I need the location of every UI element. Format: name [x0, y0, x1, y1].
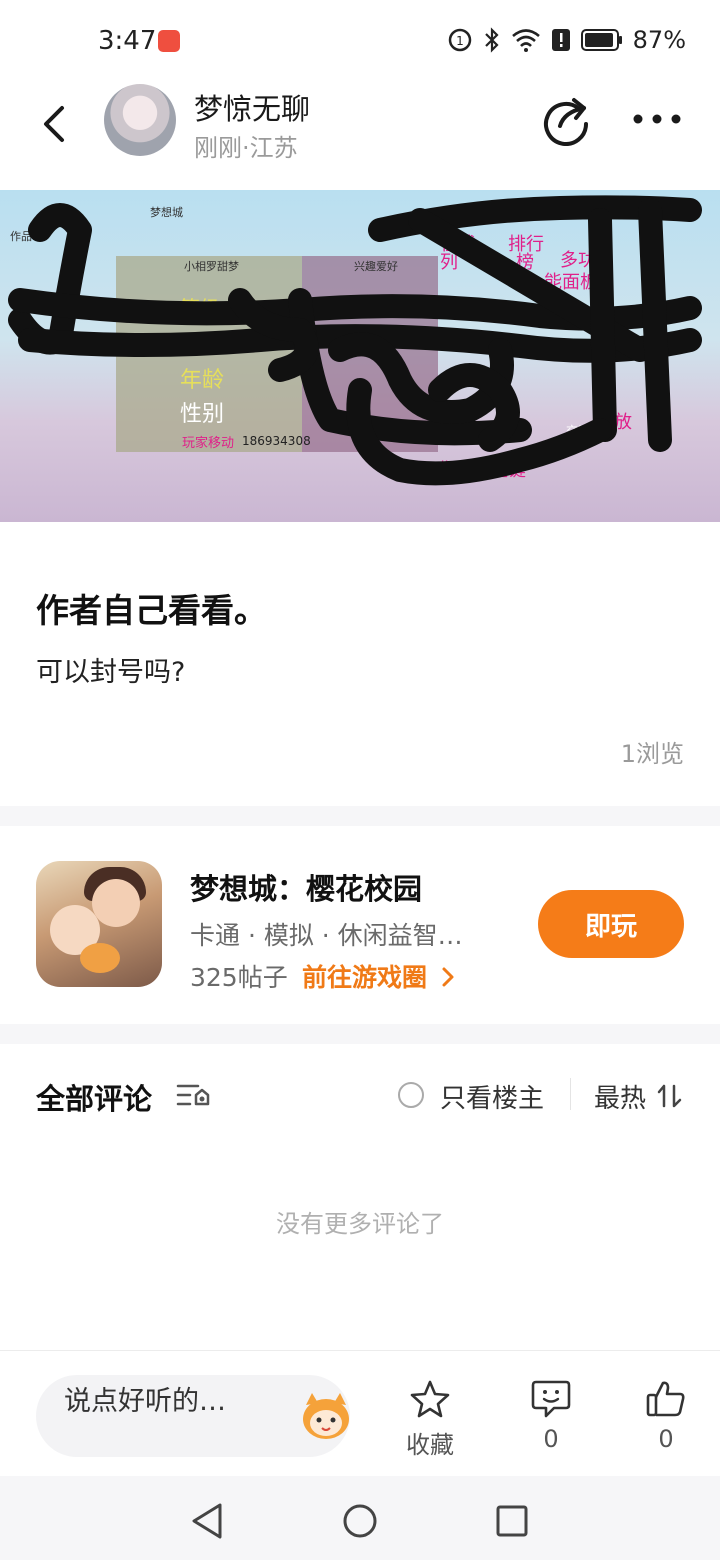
post-body: 可以封号吗?: [36, 657, 186, 688]
comments-section: 全部评论 只看楼主 最热 没有更多评论了: [0, 1044, 720, 1350]
bottom-action-bar: 说点好听的… 收藏 0 0: [0, 1350, 720, 1476]
battery-percent: 87%: [632, 26, 686, 54]
game-title[interactable]: 梦想城：樱花校园: [190, 866, 422, 908]
owner-only-radio[interactable]: [398, 1082, 424, 1108]
thumbs-up-icon: [646, 1381, 685, 1417]
nav-home-icon[interactable]: [342, 1503, 378, 1539]
game-circle-link[interactable]: 前往游戏圈: [302, 958, 456, 994]
comment-input-placeholder: 说点好听的…: [64, 1386, 226, 1417]
game-card[interactable]: 梦想城：樱花校园 卡通 · 模拟 · 休闲益智… 325帖子 前往游戏圈 即玩: [0, 826, 720, 1024]
divider: [570, 1078, 571, 1110]
like-count: 0: [658, 1425, 674, 1453]
author-name[interactable]: 梦惊无聊: [194, 86, 310, 128]
share-icon[interactable]: [540, 94, 592, 146]
game-icon[interactable]: [36, 861, 162, 987]
game-circle-link-label: 前往游戏圈: [302, 963, 428, 992]
system-nav-bar: [0, 1476, 720, 1560]
game-post-count: 325帖子: [190, 963, 288, 992]
favorite-button[interactable]: 收藏: [390, 1379, 470, 1459]
comment-icon: [531, 1380, 571, 1418]
favorite-label: 收藏: [406, 1431, 454, 1459]
post-content: 作者自己看看。 可以封号吗? 1浏览: [0, 522, 720, 806]
avatar[interactable]: [104, 84, 176, 156]
game-icon-cat: [80, 943, 120, 973]
owner-only-label[interactable]: 只看楼主: [440, 1078, 544, 1115]
game-tags: 卡通 · 模拟 · 休闲益智…: [190, 921, 463, 950]
sort-label[interactable]: 最热: [594, 1078, 646, 1115]
sort-icon[interactable]: [656, 1082, 684, 1110]
comment-count: 0: [543, 1425, 559, 1453]
status-icons: 1 87%: [447, 26, 686, 54]
chevron-right-icon: [442, 967, 454, 987]
status-time: 3:47: [98, 26, 157, 56]
alert-icon: [551, 29, 570, 51]
bluetooth-icon: [484, 27, 499, 53]
status-bar: 3:47 1 87%: [0, 0, 720, 84]
post-cover-image[interactable]: 小相罗甜梦 兴趣爱好 梦想城 等级 年龄 性别 玩家移动 186934308 在…: [0, 190, 720, 522]
more-icon[interactable]: [632, 112, 682, 126]
author-meta: 刚刚·江苏: [194, 134, 298, 162]
post-header: 梦惊无聊 刚刚·江苏: [0, 84, 720, 190]
mascot-emoji-icon[interactable]: [300, 1391, 352, 1441]
back-icon[interactable]: [36, 102, 76, 146]
nav-back-icon[interactable]: [190, 1502, 224, 1540]
svg-text:1: 1: [456, 34, 464, 48]
star-icon: [410, 1380, 450, 1418]
data-saver-icon: 1: [448, 28, 471, 52]
filter-icon[interactable]: [176, 1080, 212, 1110]
battery-icon: [580, 29, 622, 51]
scribble-overlay: [8, 195, 702, 486]
nav-recents-icon[interactable]: [496, 1505, 528, 1537]
comments-title: 全部评论: [36, 1082, 153, 1116]
comment-input[interactable]: 说点好听的…: [36, 1375, 350, 1457]
app-notification-icon: [158, 30, 180, 52]
wifi-icon: [511, 29, 540, 52]
no-more-comments: 没有更多评论了: [276, 1210, 444, 1238]
comment-button[interactable]: 0: [511, 1379, 591, 1459]
post-title: 作者自己看看。: [36, 591, 267, 630]
like-button[interactable]: 0: [626, 1379, 706, 1459]
post-views: 1浏览: [620, 740, 684, 768]
play-button[interactable]: 即玩: [538, 890, 684, 958]
game-icon-face-boy: [92, 879, 140, 927]
